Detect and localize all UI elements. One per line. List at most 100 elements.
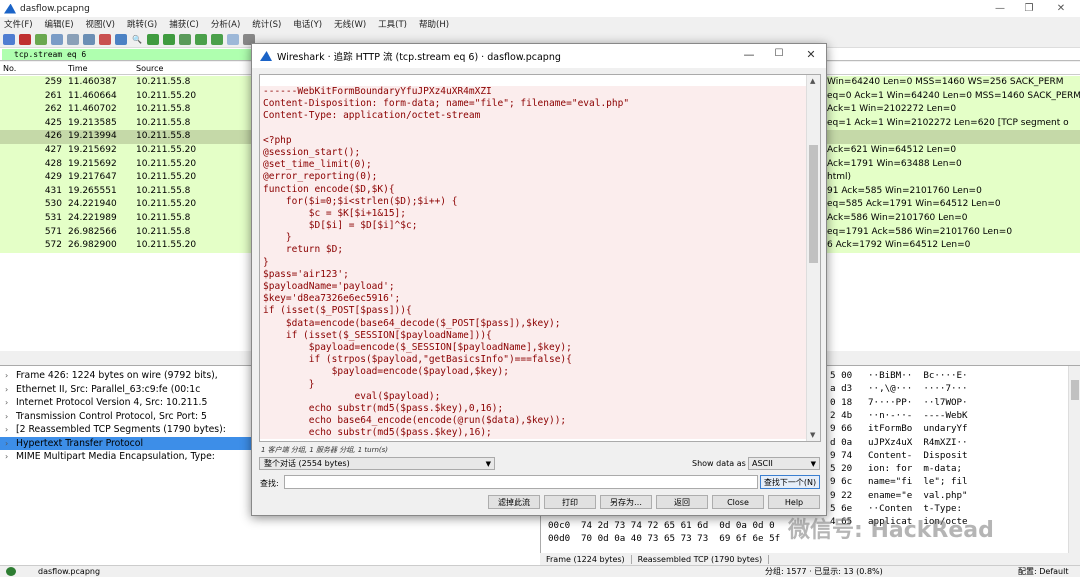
status-packets: 分组: 1577 · 已显示: 13 (0.8%) bbox=[765, 567, 883, 576]
packet-cell-info: eq=585 Ack=1791 Win=64512 Len=0 bbox=[827, 199, 1001, 210]
menu-capture[interactable]: 捕获(C) bbox=[169, 18, 199, 30]
stream-line: $payload=encode($payload,$key); bbox=[260, 366, 808, 379]
stream-line: echo substr(md5($pass.$key),0,16); bbox=[260, 402, 808, 416]
find-input[interactable] bbox=[284, 475, 758, 489]
menu-statistics[interactable]: 统计(S) bbox=[252, 18, 281, 30]
filter-out-stream-button[interactable]: 滤掉此流 bbox=[488, 495, 540, 509]
find-next-button[interactable]: 查找下一个(N) bbox=[760, 475, 820, 489]
help-button[interactable]: Help bbox=[768, 495, 820, 509]
bytes-offset: 00c0 bbox=[548, 520, 571, 531]
close-button[interactable]: ✕ bbox=[1046, 0, 1076, 17]
bytes-hex: 70 0d 0a 40 73 65 73 73 69 6f 6e 5f bbox=[581, 533, 781, 545]
stream-line: return $D; bbox=[260, 244, 808, 257]
bytes-hex: 74 2d 73 74 72 65 61 6d 0d 0a 0d 0 bbox=[581, 520, 775, 531]
stream-content[interactable]: ------WebKitFormBoundaryYfuJPXz4uXR4mXZI… bbox=[259, 74, 821, 442]
stream-line: } bbox=[260, 256, 808, 269]
packet-cell-src: 10.211.55.8 bbox=[136, 117, 191, 128]
stream-line: Content-Disposition: form-data; name="fi… bbox=[260, 98, 808, 111]
bytes-hex: 9 22 bbox=[830, 489, 853, 501]
menu-telephony[interactable]: 电话(Y) bbox=[293, 18, 322, 30]
open-file-icon[interactable] bbox=[67, 33, 79, 45]
scroll-down-icon[interactable]: ▼ bbox=[810, 431, 815, 439]
back-button[interactable]: 返回 bbox=[656, 495, 708, 509]
menu-help[interactable]: 帮助(H) bbox=[419, 18, 449, 30]
go-back-icon[interactable] bbox=[147, 33, 159, 45]
menu-tools[interactable]: 工具(T) bbox=[378, 18, 407, 30]
stream-line: echo base64_encode(encode(@run($data),$k… bbox=[260, 415, 808, 428]
packet-cell-no: 429 bbox=[44, 172, 62, 183]
conversation-select[interactable]: 整个对话 (2554 bytes) ▼ bbox=[259, 457, 495, 470]
first-packet-icon[interactable] bbox=[195, 33, 207, 45]
packet-cell-no: 427 bbox=[44, 145, 62, 155]
status-file: dasflow.pcapng bbox=[38, 567, 101, 576]
column-source[interactable]: Source bbox=[136, 64, 163, 73]
menu-view[interactable]: 视图(V) bbox=[86, 18, 115, 30]
packet-cell-no: 571 bbox=[44, 226, 62, 237]
go-forward-icon[interactable] bbox=[163, 33, 175, 45]
stream-line: function encode($D,$K){ bbox=[260, 183, 808, 196]
bytes-scrollbar[interactable] bbox=[1068, 366, 1080, 553]
save-as-button[interactable]: 另存为… bbox=[600, 495, 652, 509]
stream-scrollbar[interactable]: ▲ ▼ bbox=[806, 75, 820, 441]
tab-reassembled-bytes[interactable]: Reassembled TCP (1790 bytes) bbox=[632, 554, 770, 564]
packet-cell-time: 19.217647 bbox=[68, 172, 117, 183]
menu-go[interactable]: 跳转(G) bbox=[127, 18, 157, 30]
stream-line: @error_reporting(0); bbox=[260, 171, 808, 184]
packet-cell-info: Ack=586 Win=2101760 Len=0 bbox=[827, 213, 968, 223]
packet-cell-src: 10.211.55.8 bbox=[136, 77, 191, 87]
print-button[interactable]: 打印 bbox=[544, 495, 596, 509]
bytes-ascii: itFormBo undaryYf bbox=[868, 423, 968, 435]
capture-status-icon bbox=[6, 567, 16, 576]
chevron-down-icon: ▼ bbox=[485, 460, 491, 468]
bytes-hex: 5 20 bbox=[830, 463, 853, 475]
status-profile[interactable]: 配置: Default bbox=[1018, 566, 1068, 577]
bytes-hex: 9 6c bbox=[830, 476, 853, 488]
close-file-icon[interactable] bbox=[99, 33, 111, 45]
dialog-maximize-button[interactable]: ☐ bbox=[770, 48, 788, 59]
packet-cell-src: 10.211.55.20 bbox=[136, 158, 197, 169]
reload-icon[interactable] bbox=[115, 33, 127, 45]
bytes-hex: d 0a bbox=[830, 436, 853, 448]
minimize-button[interactable]: — bbox=[985, 0, 1015, 17]
packet-cell-time: 19.215692 bbox=[68, 145, 117, 155]
menu-wireless[interactable]: 无线(W) bbox=[334, 18, 366, 30]
maximize-button[interactable]: ❐ bbox=[1014, 0, 1044, 17]
dialog-minimize-button[interactable]: — bbox=[740, 48, 758, 61]
bytes-hex: 2 4b bbox=[830, 409, 853, 421]
stream-line: $data=encode(base64_decode($_POST[$pass]… bbox=[260, 317, 808, 330]
packet-cell-no: 530 bbox=[44, 199, 62, 210]
main-titlebar: dasflow.pcapng — ❐ ✕ bbox=[0, 0, 1080, 17]
bytes-hex: 9 66 bbox=[830, 423, 853, 435]
stream-line: ------WebKitFormBoundaryYfuJPXz4uXR4mXZI bbox=[260, 86, 808, 99]
packet-cell-time: 26.982900 bbox=[68, 240, 117, 251]
stop-capture-icon[interactable] bbox=[19, 33, 31, 45]
find-packet-icon[interactable]: 🔍 bbox=[131, 34, 143, 45]
last-packet-icon[interactable] bbox=[211, 33, 223, 45]
tab-frame-bytes[interactable]: Frame (1224 bytes) bbox=[540, 554, 632, 564]
window-title: dasflow.pcapng bbox=[20, 3, 90, 14]
packet-cell-info: 91 Ack=585 Win=2101760 Len=0 bbox=[827, 185, 982, 196]
packet-cell-src: 10.211.55.20 bbox=[136, 90, 197, 101]
menu-analyze[interactable]: 分析(A) bbox=[211, 18, 240, 30]
menu-edit[interactable]: 编辑(E) bbox=[45, 18, 74, 30]
dialog-close-text-button[interactable]: Close bbox=[712, 495, 764, 509]
show-data-select[interactable]: ASCII ▼ bbox=[748, 457, 820, 470]
packet-cell-src: 10.211.55.20 bbox=[136, 145, 197, 155]
restart-capture-icon[interactable] bbox=[35, 33, 47, 45]
column-no[interactable]: No. bbox=[3, 64, 16, 73]
bytes-tabs: Frame (1224 bytes) Reassembled TCP (1790… bbox=[540, 553, 1080, 565]
packet-cell-time: 19.213585 bbox=[68, 117, 117, 128]
dialog-close-button[interactable]: ✕ bbox=[802, 48, 820, 61]
autoscroll-icon[interactable] bbox=[227, 33, 239, 45]
save-file-icon[interactable] bbox=[83, 33, 95, 45]
start-capture-icon[interactable] bbox=[3, 33, 15, 45]
packet-cell-no: 425 bbox=[44, 117, 62, 128]
display-filter-input[interactable]: tcp.stream eq 6 bbox=[2, 48, 252, 60]
column-time[interactable]: Time bbox=[68, 64, 88, 73]
go-to-packet-icon[interactable] bbox=[179, 33, 191, 45]
menu-file[interactable]: 文件(F) bbox=[4, 18, 33, 30]
scroll-thumb[interactable] bbox=[809, 145, 818, 263]
capture-options-icon[interactable] bbox=[51, 33, 63, 45]
scroll-up-icon[interactable]: ▲ bbox=[810, 77, 815, 85]
bytes-scroll-thumb[interactable] bbox=[1071, 380, 1079, 400]
